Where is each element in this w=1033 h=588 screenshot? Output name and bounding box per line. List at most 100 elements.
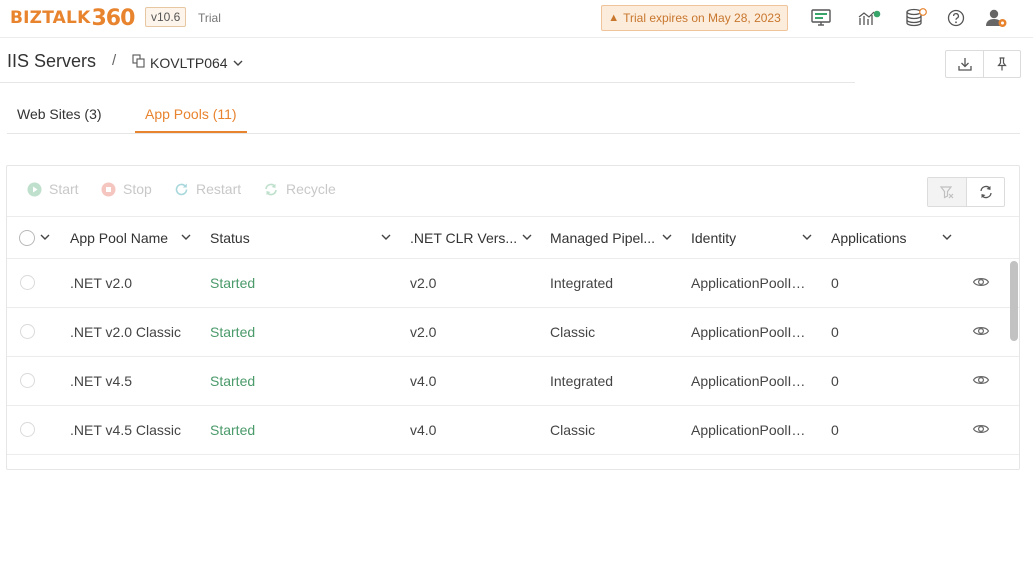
analytics-icon[interactable] xyxy=(857,6,883,30)
pool-applications: 0 xyxy=(831,324,839,340)
pin-icon xyxy=(997,57,1007,71)
version-badge: v10.6 xyxy=(145,7,187,27)
table-header: App Pool Name Status .NET CLR Vers... Ma… xyxy=(7,216,1019,259)
page-title: IIS Servers xyxy=(7,51,97,71)
app-pools-panel: Start Stop Restart Recycle App Pool Name… xyxy=(6,165,1020,470)
chevron-down-icon xyxy=(232,55,244,71)
tab-web-sites[interactable]: Web Sites (3) xyxy=(7,96,112,133)
restart-button[interactable]: Restart xyxy=(174,181,241,197)
trial-banner[interactable]: ▲ Trial expires on May 28, 2023 xyxy=(601,5,788,31)
pool-identity: ApplicationPoolIdentity xyxy=(691,324,807,340)
pin-button[interactable] xyxy=(983,51,1020,77)
logo-text: BIZTALK xyxy=(10,8,91,28)
stop-icon xyxy=(101,182,116,196)
grid-actions xyxy=(927,177,1005,207)
chevron-down-icon[interactable] xyxy=(380,231,392,246)
pool-pipeline: Classic xyxy=(550,422,596,438)
stop-label: Stop xyxy=(123,181,152,197)
user-icon[interactable] xyxy=(983,6,1009,30)
pool-identity: ApplicationPoolIdentity xyxy=(691,275,807,291)
select-all-checkbox[interactable] xyxy=(19,230,35,246)
chevron-down-icon[interactable] xyxy=(521,231,533,246)
row-select-radio[interactable] xyxy=(20,275,35,290)
pool-name: .NET v2.0 xyxy=(70,275,132,291)
pool-name: .NET v4.5 xyxy=(70,373,132,389)
clear-filter-button[interactable] xyxy=(928,178,966,206)
column-header-status[interactable]: Status xyxy=(210,217,250,259)
row-select-radio[interactable] xyxy=(20,422,35,437)
pool-clr-version: v4.0 xyxy=(410,373,437,389)
pool-applications: 0 xyxy=(831,373,839,389)
scrollbar-thumb[interactable] xyxy=(1010,261,1018,341)
row-select-radio[interactable] xyxy=(20,373,35,388)
edition-label: Trial xyxy=(198,11,221,25)
pool-status: Started xyxy=(210,373,256,389)
download-button[interactable] xyxy=(946,51,983,77)
pool-identity: ApplicationPoolIdentity xyxy=(691,373,807,389)
start-label: Start xyxy=(49,181,79,197)
database-icon[interactable] xyxy=(903,6,929,30)
pool-pipeline: Classic xyxy=(550,324,596,340)
grid-scrollbar[interactable] xyxy=(1008,259,1019,469)
chevron-down-icon[interactable] xyxy=(941,231,953,246)
column-header-identity[interactable]: Identity xyxy=(691,217,736,259)
warning-icon: ▲ xyxy=(608,12,620,24)
tab-bar: Web Sites (3) App Pools (11) xyxy=(7,96,1020,134)
breadcrumb-separator: / xyxy=(112,52,117,69)
chevron-down-icon[interactable] xyxy=(661,231,673,246)
pool-clr-version: v4.0 xyxy=(410,422,437,438)
column-header-name[interactable]: App Pool Name xyxy=(70,217,168,259)
table-row[interactable]: .NET v4.5 Classic Started v4.0 Classic A… xyxy=(7,406,1019,455)
app-logo[interactable]: BIZTALK 360 xyxy=(10,5,135,31)
pool-identity: ApplicationPoolIdentity xyxy=(691,422,807,438)
restart-label: Restart xyxy=(196,181,242,197)
start-button[interactable]: Start xyxy=(27,181,79,197)
view-details-icon[interactable] xyxy=(972,422,990,439)
app-pools-table: App Pool Name Status .NET CLR Vers... Ma… xyxy=(7,216,1019,455)
column-header-clr-version[interactable]: .NET CLR Vers... xyxy=(410,217,517,259)
recycle-label: Recycle xyxy=(286,181,336,197)
pool-pipeline: Integrated xyxy=(550,275,614,291)
monitor-icon[interactable] xyxy=(809,6,835,30)
pool-clr-version: v2.0 xyxy=(410,324,437,340)
pool-status: Started xyxy=(210,422,256,438)
recycle-button[interactable]: Recycle xyxy=(263,181,336,197)
page-actions xyxy=(945,50,1021,78)
pool-status: Started xyxy=(210,275,256,291)
logo-number: 360 xyxy=(91,5,135,31)
server-name: KOVLTP064 xyxy=(150,54,228,71)
table-row[interactable]: .NET v2.0 Started v2.0 Integrated Applic… xyxy=(7,259,1019,308)
view-details-icon[interactable] xyxy=(972,275,990,292)
grid-toolbar: Start Stop Restart Recycle xyxy=(7,166,1019,216)
tab-app-pools[interactable]: App Pools (11) xyxy=(135,96,247,133)
help-icon[interactable] xyxy=(943,6,969,30)
table-row[interactable]: .NET v4.5 Started v4.0 Integrated Applic… xyxy=(7,357,1019,406)
refresh-icon xyxy=(979,185,992,199)
pool-applications: 0 xyxy=(831,275,839,291)
recycle-icon xyxy=(265,183,277,195)
table-row[interactable]: .NET v2.0 Classic Started v2.0 Classic A… xyxy=(7,308,1019,357)
view-details-icon[interactable] xyxy=(972,324,990,341)
pool-clr-version: v2.0 xyxy=(410,275,437,291)
chevron-down-icon[interactable] xyxy=(39,231,51,246)
chevron-down-icon[interactable] xyxy=(801,231,813,246)
pool-status: Started xyxy=(210,324,256,340)
refresh-button[interactable] xyxy=(966,178,1004,206)
server-selector[interactable]: KOVLTP064 xyxy=(132,54,244,71)
chevron-down-icon[interactable] xyxy=(180,231,192,246)
stop-button[interactable]: Stop xyxy=(101,181,152,197)
row-select-radio[interactable] xyxy=(20,324,35,339)
top-bar: BIZTALK 360 v10.6 Trial ▲ Trial expires … xyxy=(0,0,1033,38)
pool-applications: 0 xyxy=(831,422,839,438)
restart-icon xyxy=(175,183,188,195)
pool-pipeline: Integrated xyxy=(550,373,614,389)
pool-name: .NET v4.5 Classic xyxy=(70,422,181,438)
view-details-icon[interactable] xyxy=(972,373,990,390)
download-icon xyxy=(957,58,972,71)
breadcrumb: IIS Servers / KOVLTP064 xyxy=(0,39,855,83)
play-icon xyxy=(27,182,42,196)
column-header-pipeline[interactable]: Managed Pipel... xyxy=(550,217,655,259)
filter-clear-icon xyxy=(939,186,954,199)
column-header-applications[interactable]: Applications xyxy=(831,217,907,259)
pool-name: .NET v2.0 Classic xyxy=(70,324,181,340)
